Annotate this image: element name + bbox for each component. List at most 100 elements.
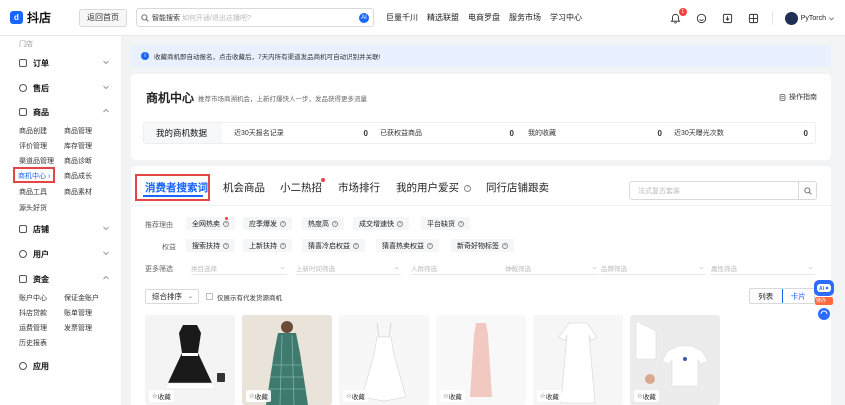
sort-select[interactable]: 综合排序 ⌄	[145, 289, 199, 304]
product-card[interactable]: ☆ 收藏	[436, 315, 526, 405]
favorite-label: 收藏	[642, 394, 656, 401]
sidebar-item[interactable]: 库存管理	[64, 141, 92, 151]
product-card[interactable]: ☆ 收藏	[339, 315, 429, 405]
view-card-button[interactable]: 卡片	[781, 289, 815, 303]
chip-reason[interactable]: 热度高?	[302, 217, 344, 230]
dropship-only-label[interactable]: 仅展示有代发货源商机	[217, 292, 282, 302]
tab-market-ranking[interactable]: 市场排行	[338, 180, 380, 195]
dropdown-category[interactable]: 类目选择 ⌄	[191, 263, 287, 275]
home-button[interactable]: 返回首页	[79, 8, 127, 27]
favorite-button[interactable]: ☆ 收藏	[149, 390, 174, 402]
ai-search-icon[interactable]: AI	[359, 12, 369, 23]
download-icon[interactable]	[721, 12, 734, 25]
product-icon	[19, 108, 27, 116]
favorite-button[interactable]: ☆ 收藏	[537, 390, 562, 402]
top-right-tools: 1 PyTorch	[656, 0, 835, 36]
favorite-label: 收藏	[157, 394, 171, 401]
sidebar-item[interactable]: 源头好货	[19, 203, 47, 213]
chip-rights[interactable]: 上新扶持?	[243, 239, 292, 252]
favorite-button[interactable]: ☆ 收藏	[440, 390, 465, 402]
sidebar-section-users[interactable]: 用户	[0, 247, 122, 261]
chevron-down-icon[interactable]	[828, 15, 835, 22]
dropship-only-checkbox[interactable]	[206, 293, 213, 300]
dropdown-attribute[interactable]: 属性筛选 ⌄	[711, 263, 815, 275]
topnav-item[interactable]: 精选联盟	[427, 12, 459, 23]
stat-exposures[interactable]: 近30天曝光次数 0	[674, 123, 820, 143]
sidebar-item[interactable]: 评价管理	[19, 141, 47, 151]
sidebar-section-funds[interactable]: 资金	[0, 272, 122, 286]
guide-link[interactable]: 操作指南	[779, 92, 817, 102]
sidebar-section-aftersale[interactable]: 售后	[0, 81, 122, 95]
sidebar-item[interactable]: 发票管理	[64, 323, 92, 333]
apps-icon[interactable]	[747, 12, 760, 25]
sidebar-item[interactable]: 账单管理	[64, 308, 92, 318]
sidebar-section-shop[interactable]: 店铺	[0, 222, 122, 236]
stat-rights-products[interactable]: 已获权益商品 0	[380, 123, 526, 143]
product-card[interactable]: ☆ 收藏	[533, 315, 623, 405]
dropdown-brand[interactable]: 品牌筛选 ⌄	[601, 263, 706, 275]
dropdown-genre[interactable]: 体裁筛选 ⌄	[505, 263, 599, 275]
search-icon	[141, 13, 149, 22]
chip-rights[interactable]: 新奇好物标签?	[451, 239, 514, 252]
tab-peer-shops[interactable]: 同行店铺跟卖	[486, 180, 549, 195]
sidebar-item[interactable]: 历史报表	[19, 338, 47, 348]
logo[interactable]: d 抖店	[10, 9, 68, 26]
sidebar-item[interactable]: 商品诊断	[64, 156, 92, 166]
sidebar-cut-item[interactable]: 门店	[19, 39, 33, 49]
dropdown-launch-time[interactable]: 上新时间筛选 ⌄	[296, 263, 401, 275]
bell-icon[interactable]: 1	[669, 7, 687, 25]
sidebar-item[interactable]: 商品创建	[19, 126, 47, 136]
topnav-item[interactable]: 巨量千川	[386, 12, 418, 23]
favorite-button[interactable]: ☆ 收藏	[343, 390, 368, 402]
sidebar-item[interactable]: 抖店贷款	[19, 308, 47, 318]
sidebar-item[interactable]: 运费管理	[19, 323, 47, 333]
sidebar-item[interactable]: 商品管理	[64, 126, 92, 136]
sidebar-item[interactable]: 渠道品管理	[19, 156, 54, 166]
favorite-label: 收藏	[448, 394, 462, 401]
ai-assistant-widget[interactable]: 待办 AI	[812, 278, 836, 324]
sidebar-section-orders[interactable]: 订单	[0, 56, 122, 70]
product-card[interactable]: ☆ 收藏	[242, 315, 332, 405]
keyword-search-input[interactable]: 法式复古套装	[629, 181, 817, 200]
stat-signup-records[interactable]: 近30天报名记录 0	[234, 123, 380, 143]
sidebar-item[interactable]: 商品成长	[64, 171, 92, 181]
dropdown-audience[interactable]: 人群筛选 ⌄	[411, 263, 516, 275]
topnav-item[interactable]: 服务市场	[509, 12, 541, 23]
favorite-label: 收藏	[351, 394, 365, 401]
tab-my-users-like[interactable]: 我的用户爱买 ?	[396, 180, 471, 195]
tab-opportunity-products[interactable]: 机会商品	[223, 180, 265, 195]
chip-reason[interactable]: 应季爆发?	[243, 217, 292, 230]
product-card[interactable]: ☆ 收藏	[145, 315, 235, 405]
view-list-button[interactable]: 列表	[750, 289, 782, 303]
global-search-input[interactable]: 智能搜索 如何开通/退出达播吧? AI	[136, 8, 374, 27]
sidebar-item[interactable]: 商品工具	[19, 187, 47, 197]
page-subtitle: 推荐市场商溯机会，上新打爆快人一步，发品获得更多流量	[198, 96, 367, 103]
help-icon: ?	[458, 220, 464, 227]
sidebar-section-apps[interactable]: 应用	[0, 359, 122, 373]
topnav-item[interactable]: 学习中心	[550, 12, 582, 23]
avatar[interactable]	[784, 11, 798, 25]
chip-rights[interactable]: 猜喜热卖权益?	[376, 239, 439, 252]
product-card[interactable]: ☆ 收藏	[630, 315, 720, 405]
user-name[interactable]: PyTorch	[801, 15, 826, 22]
stat-label: 已获权益商品	[380, 130, 422, 137]
chip-rights[interactable]: 猜喜冷启权益?	[302, 239, 365, 252]
sidebar-item[interactable]: 保证金账户	[64, 293, 99, 303]
sidebar-item[interactable]: 账户中心	[19, 293, 47, 303]
sidebar-item[interactable]: 商品素材	[64, 187, 92, 197]
topnav-item[interactable]: 电商罗盘	[468, 12, 500, 23]
dropdown-placeholder: 品牌筛选	[601, 266, 627, 273]
tab-consumer-search-terms[interactable]: 消费者搜索词	[145, 180, 208, 195]
search-button[interactable]	[798, 182, 816, 199]
favorite-button[interactable]: ☆ 收藏	[246, 390, 271, 402]
tab-staff-recruit[interactable]: 小二热招	[280, 180, 322, 195]
service-icon[interactable]	[695, 12, 708, 25]
user-icon	[19, 250, 27, 258]
favorite-button[interactable]: ☆ 收藏	[634, 390, 659, 402]
sidebar-section-products[interactable]: 商品	[0, 105, 122, 119]
chip-reason[interactable]: 成交增速快?	[353, 217, 409, 230]
chip-rights[interactable]: 搜索扶持?	[186, 239, 235, 252]
help-icon: ?	[332, 220, 338, 227]
stat-favorites[interactable]: 我的收藏 0	[528, 123, 674, 143]
chip-reason[interactable]: 平台缺货?	[421, 217, 470, 230]
